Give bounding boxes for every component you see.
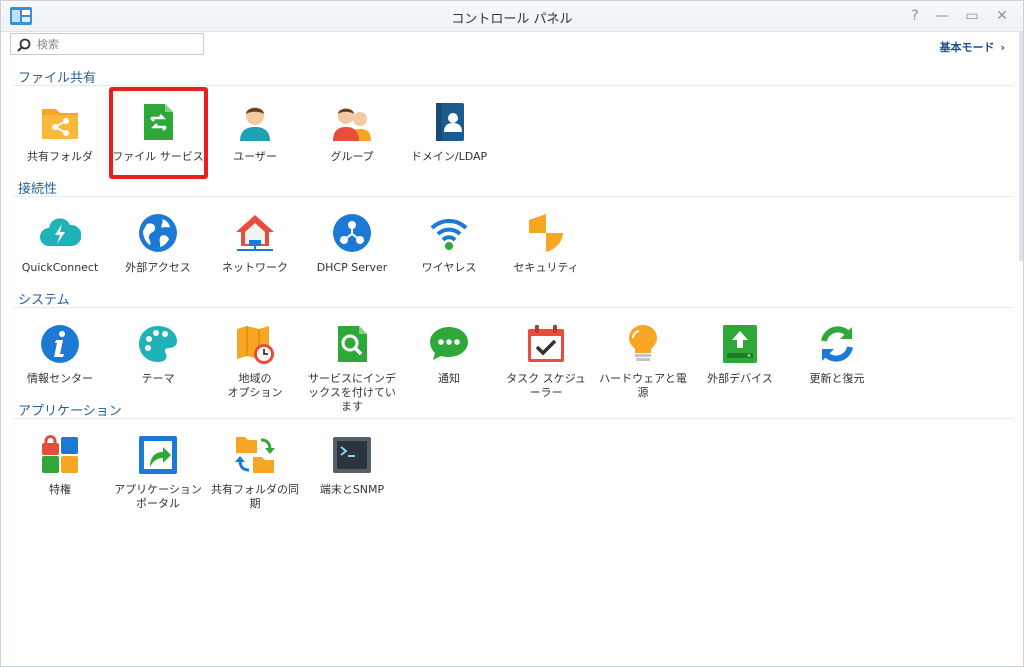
shared-folder-item[interactable]: 共有フォルダ: [11, 101, 109, 164]
regional-options-item[interactable]: 地域の オプション: [206, 323, 304, 400]
network-item[interactable]: ネットワーク: [206, 212, 304, 275]
item-label: DHCP Server: [316, 261, 388, 274]
item-label: 端末とSNMP: [319, 483, 385, 496]
group-icon: [333, 108, 371, 141]
refresh-icon: [821, 326, 853, 362]
domain-ldap-item[interactable]: ドメイン/LDAP: [400, 101, 498, 164]
help-button[interactable]: ?: [904, 5, 926, 27]
shield-icon: [529, 214, 563, 252]
task-scheduler-item[interactable]: タスク スケジュ ーラー: [497, 323, 595, 400]
item-label: 情報センター: [27, 372, 93, 385]
globe-icon: [139, 214, 177, 252]
basic-mode-label: 基本モード: [939, 41, 995, 54]
item-label: 通知: [438, 372, 460, 385]
item-label: 外部アクセス: [125, 261, 191, 274]
application-portal-item[interactable]: アプリケーション ポータル: [109, 434, 207, 511]
quickconnect-item[interactable]: QuickConnect: [11, 212, 109, 275]
hardware-power-item[interactable]: ハードウェアと電 源: [594, 323, 692, 400]
chat-bubble-icon: [430, 327, 468, 360]
external-device-icon: [723, 325, 757, 363]
item-label: アプリケーション ポータル: [114, 483, 202, 510]
shared-folder-sync-item[interactable]: 共有フォルダの同 期: [206, 434, 304, 511]
terminal-snmp-item[interactable]: 端末とSNMP: [303, 434, 401, 497]
item-label: QuickConnect: [21, 261, 99, 274]
search-input[interactable]: [37, 36, 197, 52]
item-label: 共有フォルダ: [27, 150, 93, 163]
quickconnect-icon: [40, 218, 81, 246]
info-center-item[interactable]: 情報センター: [11, 323, 109, 386]
section-divider: [13, 307, 1013, 308]
indexing-icon: [338, 326, 367, 362]
domain-ldap-icon: [436, 103, 464, 141]
wifi-icon: [430, 218, 468, 250]
item-label: ユーザー: [233, 150, 277, 163]
indexing-service-item[interactable]: サービスにインデ ックスを付けてい ます: [303, 323, 401, 414]
item-label: セキュリティ: [513, 261, 579, 274]
map-clock-icon: [237, 326, 274, 364]
control-panel-window: コントロール パネル ? — ▭ ✕ 基本モード › ファイル共有 接続性 システ…: [0, 0, 1024, 667]
section-divider: [13, 418, 1013, 419]
notification-item[interactable]: 通知: [400, 323, 498, 386]
user-item[interactable]: ユーザー: [206, 101, 304, 164]
section-title-system: システム: [18, 293, 70, 308]
file-services-item[interactable]: ファイル サービス: [109, 101, 207, 164]
terminal-icon: [333, 437, 371, 473]
shared-folder-icon: [42, 109, 78, 139]
item-label: テーマ: [141, 372, 175, 385]
privileges-item[interactable]: 特権: [11, 434, 109, 497]
item-label: タスク スケジュ ーラー: [506, 372, 586, 399]
external-devices-item[interactable]: 外部デバイス: [691, 323, 789, 386]
minimize-button[interactable]: —: [931, 5, 953, 27]
item-label: ハードウェアと電 源: [599, 372, 687, 399]
window-title: コントロール パネル: [451, 12, 573, 27]
title-bar: コントロール パネル ? — ▭ ✕: [1, 1, 1023, 32]
dhcp-server-icon: [333, 214, 371, 252]
privileges-icon: [42, 435, 78, 473]
scrollbar[interactable]: [1019, 31, 1023, 261]
file-services-icon: [144, 104, 173, 140]
folder-sync-icon: [235, 437, 275, 473]
theme-item[interactable]: テーマ: [109, 323, 207, 386]
dhcp-server-item[interactable]: DHCP Server: [303, 212, 401, 275]
item-label: 特権: [49, 483, 71, 496]
item-label: グループ: [330, 150, 374, 163]
section-title-file-sharing: ファイル共有: [18, 71, 97, 86]
lightbulb-icon: [629, 325, 657, 361]
security-item[interactable]: セキュリティ: [497, 212, 595, 275]
info-icon: [41, 325, 79, 363]
external-access-item[interactable]: 外部アクセス: [109, 212, 207, 275]
maximize-button[interactable]: ▭: [961, 5, 983, 27]
section-divider: [13, 196, 1013, 197]
close-button[interactable]: ✕: [991, 5, 1013, 27]
item-label: ドメイン/LDAP: [410, 150, 488, 163]
update-restore-item[interactable]: 更新と復元: [788, 323, 886, 386]
palette-icon: [139, 326, 177, 362]
app-portal-icon: [139, 436, 177, 474]
basic-mode-link[interactable]: 基本モード ›: [939, 39, 1005, 55]
search-box[interactable]: [10, 33, 204, 55]
item-label: ファイル サービス: [112, 150, 204, 163]
section-divider: [13, 85, 1013, 86]
item-label: 共有フォルダの同 期: [211, 483, 299, 510]
item-label: ワイヤレス: [421, 261, 477, 274]
user-icon: [240, 107, 270, 141]
item-label: ネットワーク: [222, 261, 288, 274]
section-title-connectivity: 接続性: [18, 182, 58, 197]
wireless-item[interactable]: ワイヤレス: [400, 212, 498, 275]
item-label: 更新と復元: [809, 372, 865, 385]
chevron-right-icon: ›: [1000, 41, 1005, 54]
item-label: 地域の オプション: [227, 372, 283, 399]
search-icon: [17, 38, 31, 52]
house-network-icon: [236, 215, 274, 251]
group-item[interactable]: グループ: [303, 101, 401, 164]
item-label: サービスにインデ ックスを付けてい ます: [308, 372, 396, 413]
calendar-icon: [528, 325, 564, 362]
section-title-applications: アプリケーション: [18, 404, 122, 419]
item-label: 外部デバイス: [707, 372, 773, 385]
